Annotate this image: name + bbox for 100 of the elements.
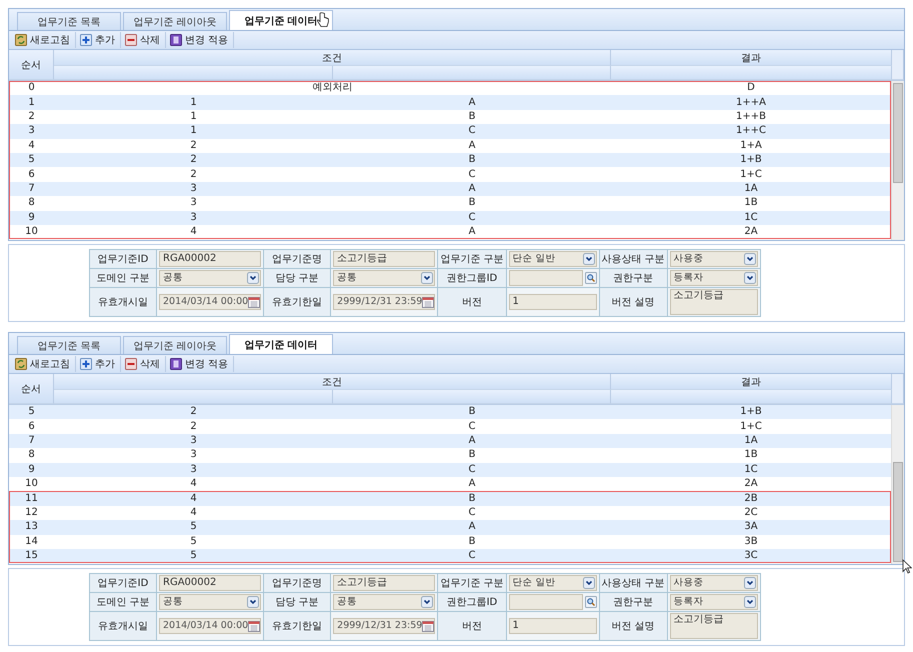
table-row[interactable]: 6 2 C 1+C (9, 167, 891, 182)
field-label: 담당 구분 (264, 268, 331, 288)
text-field[interactable]: 1 (508, 294, 596, 310)
tab[interactable]: 업무기준 레이아웃 (123, 12, 227, 30)
tab[interactable]: 업무기준 목록 (17, 336, 121, 354)
plus-icon (80, 34, 92, 46)
table-row[interactable]: 5 2 B 1+B (9, 152, 891, 168)
text-field[interactable]: RGA00002 (159, 251, 262, 267)
date-field[interactable]: 2999/12/31 23:59 (333, 618, 436, 634)
table-row[interactable]: 9 3 C 1C (9, 210, 891, 225)
table-cell: 5 (190, 550, 197, 562)
field-label: 업무기준명 (264, 250, 331, 268)
table-row[interactable]: 9 3 C 1C (9, 462, 891, 477)
text-area[interactable]: 소고기등급 (670, 289, 758, 315)
scrollbar[interactable] (891, 405, 904, 564)
table-cell: 1++C (736, 125, 766, 138)
table-cell: 1 (190, 110, 197, 123)
toolbar-button[interactable]: 삭제 (123, 356, 166, 372)
table-row[interactable]: 5 2 B 1+B (9, 405, 891, 420)
toolbar-button[interactable]: 새로고침 (13, 356, 76, 372)
text-field[interactable]: 소고기등급 (333, 251, 436, 267)
dropdown[interactable]: 공통 (159, 270, 262, 286)
field-label: 유효기한일 (264, 288, 331, 316)
table-cell: 8 (28, 197, 35, 210)
field-label: 버전 (438, 288, 506, 316)
table-cell: 5 (28, 154, 35, 166)
dropdown[interactable]: 사용중 (670, 575, 758, 591)
tab[interactable]: 업무기준 레이아웃 (123, 336, 227, 354)
table-row[interactable]: 14 5 B 3B (9, 534, 891, 549)
field-label: 업무기준명 (264, 574, 331, 592)
chevron-down-icon (744, 596, 756, 608)
field-label: 권한그룹ID (438, 592, 506, 612)
toolbar-button[interactable]: 새로고침 (13, 32, 76, 48)
date-field[interactable]: 2014/03/14 00:00 (159, 294, 262, 310)
toolbar-button[interactable]: 추가 (78, 32, 121, 48)
dropdown[interactable]: 단순 일반 (508, 251, 596, 267)
apply-icon (170, 34, 182, 46)
dropdown[interactable]: 단순 일반 (508, 575, 596, 591)
table-cell: C (468, 420, 476, 433)
tab[interactable]: 업무기준 데이터 (229, 10, 333, 30)
table-row[interactable]: 3 1 C 1++C (9, 124, 891, 139)
table-row[interactable]: 0 예외처리 D (9, 81, 891, 96)
table-row[interactable]: 4 2 A 1+A (9, 138, 891, 153)
dropdown[interactable]: 공통 (159, 594, 262, 610)
calendar-icon[interactable] (248, 296, 260, 308)
plus-icon (80, 358, 92, 370)
text-field[interactable]: 소고기등급 (333, 575, 436, 591)
table-row[interactable]: 13 5 A 3A (9, 520, 891, 535)
text-field[interactable] (508, 270, 582, 286)
table-row[interactable]: 7 3 A 1A (9, 182, 891, 196)
table-row[interactable]: 8 3 B 1B (9, 196, 891, 211)
field-label: 유효개시일 (90, 288, 156, 316)
toolbar-button[interactable]: 삭제 (123, 32, 166, 48)
field-label: 버전 설명 (599, 612, 668, 640)
table-cell: 1 (190, 96, 197, 109)
text-area[interactable]: 소고기등급 (670, 613, 758, 639)
table-cell: C (468, 125, 476, 138)
table-cell: 2 (190, 140, 197, 152)
calendar-icon[interactable] (422, 620, 434, 632)
table-cell: 1+C (740, 168, 762, 181)
text-field[interactable] (508, 594, 582, 610)
table-cell: 1+A (740, 140, 762, 152)
table-row[interactable]: 1 1 A 1++A (9, 95, 891, 110)
search-icon[interactable] (584, 596, 596, 608)
field-label: 사용상태 구분 (599, 574, 668, 592)
tab[interactable]: 업무기준 데이터 (229, 334, 333, 354)
table-cell: B (468, 110, 476, 123)
table-cell: B (468, 536, 476, 548)
table-row[interactable]: 15 5 C 3C (9, 548, 891, 564)
dropdown[interactable]: 공통 (333, 594, 436, 610)
toolbar-button[interactable]: 추가 (78, 356, 121, 372)
text-field[interactable]: 1 (508, 618, 596, 634)
toolbar-button[interactable]: 변경 적용 (168, 32, 234, 48)
scroll-thumb[interactable] (893, 83, 903, 183)
table-cell: 3C (744, 550, 758, 562)
tab[interactable]: 업무기준 목록 (17, 12, 121, 30)
table-cell: 3 (190, 212, 197, 224)
table-row[interactable]: 2 1 B 1++B (9, 110, 891, 124)
table-row[interactable]: 7 3 A 1A (9, 434, 891, 448)
scroll-thumb[interactable] (893, 462, 903, 562)
table-cell: B (468, 197, 476, 210)
calendar-icon[interactable] (248, 620, 260, 632)
table-row[interactable]: 10 4 A 2A (9, 224, 891, 240)
scrollbar[interactable] (891, 81, 904, 240)
calendar-icon[interactable] (422, 296, 434, 308)
table-cell: 2A (744, 226, 758, 238)
table-cell: 3 (28, 125, 35, 138)
dropdown[interactable]: 공통 (333, 270, 436, 286)
table-row[interactable]: 11 4 B 2B (9, 491, 891, 506)
search-icon[interactable] (584, 272, 596, 284)
dropdown[interactable]: 등록자 (670, 594, 758, 610)
text-field[interactable]: RGA00002 (159, 575, 262, 591)
date-field[interactable]: 2999/12/31 23:59 (333, 294, 436, 310)
dropdown[interactable]: 등록자 (670, 270, 758, 286)
chevron-down-icon (582, 253, 594, 265)
table-cell: 1A (744, 182, 758, 195)
table-row[interactable]: 12 4 C 2C (9, 506, 891, 520)
dropdown[interactable]: 사용중 (670, 251, 758, 267)
date-field[interactable]: 2014/03/14 00:00 (159, 618, 262, 634)
toolbar-button[interactable]: 변경 적용 (168, 356, 234, 372)
